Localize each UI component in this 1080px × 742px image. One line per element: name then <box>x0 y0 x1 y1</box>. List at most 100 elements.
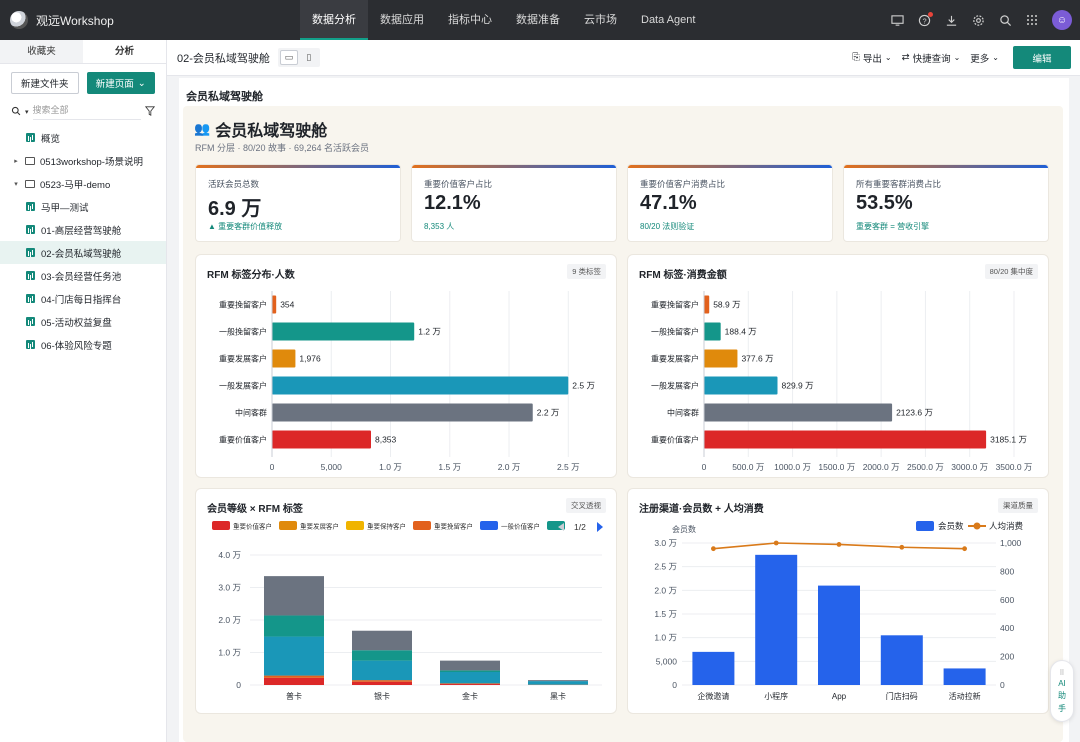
edit-button[interactable]: 编辑 <box>1013 46 1071 69</box>
tree-report[interactable]: 03-会员经营任务池 <box>0 264 166 287</box>
tab-favorites[interactable]: 收藏夹 <box>0 40 83 63</box>
bar <box>943 668 986 685</box>
search-icon[interactable] <box>998 13 1012 27</box>
stacked-bar-segment <box>264 615 324 637</box>
canvas-title: 会员私域驾驶舱 <box>186 91 263 103</box>
caret-down-icon[interactable]: ▾ <box>11 180 21 188</box>
kpi-note: 8,353 人 <box>424 222 455 231</box>
bar <box>704 322 721 341</box>
filter-icon[interactable] <box>144 105 156 119</box>
kpi-label: 重要价值客户消费占比 <box>640 179 726 189</box>
nav-item[interactable]: Data Agent <box>629 0 707 40</box>
y-right-tick-label: 0 <box>1000 680 1005 690</box>
stacked-bar-segment <box>528 680 588 682</box>
tree-item-label: 06-体验风险专题 <box>41 340 112 352</box>
search-input[interactable]: 搜索全部 <box>32 103 141 120</box>
bar <box>755 554 798 685</box>
x-tick-label: 2000.0 万 <box>863 462 900 472</box>
nav-item[interactable]: 数据准备 <box>504 0 572 40</box>
export-button[interactable]: ⎘ 导出 ⌄ <box>852 51 891 65</box>
download-icon[interactable] <box>944 13 958 27</box>
tree-report[interactable]: 01-高层经营驾驶舱 <box>0 218 166 241</box>
chart-panel-channel[interactable]: 注册渠道·会员数 + 人均消费 渠道质量 会员数 人均消费 会员数 0 5,000 1.0… <box>627 488 1049 714</box>
new-page-button[interactable]: 新建页面 ⌄ <box>86 72 155 94</box>
stacked-bar-segment <box>440 670 500 672</box>
svg-text:?: ? <box>922 16 926 25</box>
chart-panel-rfm-count[interactable]: RFM 标签分布·人数 9 类标签 0 5,000 1.0 万 1.5 万 2.0 万2… <box>195 254 617 478</box>
search-scope-chevron-icon[interactable]: ▾ <box>25 108 29 116</box>
bar <box>272 322 415 341</box>
quick-query-label: 快捷查询 <box>912 53 951 65</box>
gear-icon[interactable] <box>971 13 985 27</box>
tree-report[interactable]: 马甲—测试 <box>0 195 166 218</box>
y-tick-label: 1.0 万 <box>218 648 241 658</box>
kpi-card-all-important-spend[interactable]: 所有重要客群消费占比 53.5% 重要客群 = 营收引擎 <box>843 164 1049 242</box>
data-label: 8,353 <box>375 435 397 445</box>
new-folder-button[interactable]: 新建文件夹 <box>11 72 79 94</box>
chart-panel-rfm-amount[interactable]: RFM 标签·消费金额 80/20 集中度 0 500.0 万 1000.0 万 15… <box>627 254 1049 478</box>
legend-swatch <box>279 521 297 530</box>
dashboard-title: 👥 会员私域驾驶舱 <box>194 117 327 141</box>
legend-swatch <box>346 521 364 530</box>
content-header: 02-会员私域驾驶舱 ▭ ▯ ⎘ 导出 ⌄ ⇄ 快捷查询 ⌄ 更多 ⌄ 编辑 <box>167 40 1080 76</box>
desktop-view-icon[interactable]: ▭ <box>279 50 298 65</box>
user-avatar[interactable]: ☺ <box>1052 10 1072 30</box>
tree-report[interactable]: 概览 <box>0 126 166 149</box>
report-icon <box>26 271 35 280</box>
bar <box>272 403 533 422</box>
swap-icon: ⇄ <box>901 52 910 63</box>
tree-report[interactable]: 06-体验风险专题 <box>0 333 166 356</box>
line-point <box>836 542 842 547</box>
x-tick-label: 2.0 万 <box>498 462 521 472</box>
monitor-icon[interactable] <box>890 13 904 27</box>
tree-report[interactable]: 04-门店每日指挥台 <box>0 287 166 310</box>
more-button[interactable]: 更多 ⌄ <box>970 51 999 65</box>
kpi-card-active-members[interactable]: 活跃会员总数 6.9 万 ▲ 重要客群价值释放 <box>195 164 401 242</box>
apps-grid-icon[interactable] <box>1025 13 1039 27</box>
chart-panel-level-rfm[interactable]: 会员等级 × RFM 标签 交叉透视 重要价值客户 重要发展客户 重要保持客户 重要挽… <box>195 488 617 714</box>
nav-item[interactable]: 指标中心 <box>436 0 504 40</box>
data-label: 354 <box>280 300 294 310</box>
sidebar-tabs: 收藏夹 分析 <box>0 40 166 64</box>
mobile-view-icon[interactable]: ▯ <box>300 50 318 65</box>
y-left-tick-label: 1.0 万 <box>654 633 677 643</box>
x-category-label: 金卡 <box>462 691 478 701</box>
x-tick-label: 0 <box>270 462 275 472</box>
tab-analysis[interactable]: 分析 <box>83 40 166 63</box>
bar <box>272 430 371 449</box>
tree-item-label: 02-会员私域驾驶舱 <box>41 248 122 260</box>
help-icon[interactable]: ? <box>917 12 933 27</box>
x-tick-label: 5,000 <box>321 462 343 472</box>
dashboard-canvas: 会员私域驾驶舱 👥 会员私域驾驶舱 RFM 分层 · 80/20 故事 · 69… <box>179 78 1069 742</box>
chevron-down-icon: ⌄ <box>137 77 146 89</box>
legend-swatch <box>916 521 934 531</box>
bar <box>692 651 735 685</box>
brand[interactable]: 观远Workshop <box>0 11 300 29</box>
bar <box>272 349 296 368</box>
kpi-card-important-value-share[interactable]: 重要价值客户占比 12.1% 8,353 人 <box>411 164 617 242</box>
data-label: 188.4 万 <box>725 327 757 337</box>
legend-label: 重要保持客户 <box>367 522 406 531</box>
bar <box>272 295 277 314</box>
y-left-tick-label: 2.0 万 <box>654 585 677 595</box>
tree-report[interactable]: 02-会员私域驾驶舱 <box>0 241 166 264</box>
x-tick-label: 3000.0 万 <box>951 462 988 472</box>
quick-query-button[interactable]: ⇄ 快捷查询 ⌄ <box>902 51 961 65</box>
nav-item[interactable]: 数据分析 <box>300 0 368 40</box>
folder-icon <box>25 179 35 188</box>
nav-item[interactable]: 数据应用 <box>368 0 436 40</box>
tree-report[interactable]: 05-活动权益复盘 <box>0 310 166 333</box>
kpi-card-important-value-spend[interactable]: 重要价值客户消费占比 47.1% 80/20 法则验证 <box>627 164 833 242</box>
bar <box>818 585 860 685</box>
tree-folder[interactable]: ▸ 0513workshop-场景说明 <box>0 149 166 172</box>
tree-folder[interactable]: ▾ 0523-马甲-demo <box>0 172 166 195</box>
nav-item[interactable]: 云市场 <box>572 0 629 40</box>
ai-assistant-button[interactable]: ⠿ AI 助 手 <box>1050 660 1074 722</box>
search-icon[interactable] <box>11 105 21 119</box>
sidebar: 收藏夹 分析 新建文件夹 新建页面 ⌄ ▾ 搜索全部 概览 ▸ 0513worksh… <box>0 40 167 742</box>
legend-marker <box>973 522 981 530</box>
page-title: 02-会员私域驾驶舱 <box>177 52 270 65</box>
ai-label: 助 <box>1058 690 1066 700</box>
caret-right-icon[interactable]: ▸ <box>11 157 21 165</box>
kpi-label: 重要价值客户占比 <box>424 179 493 189</box>
